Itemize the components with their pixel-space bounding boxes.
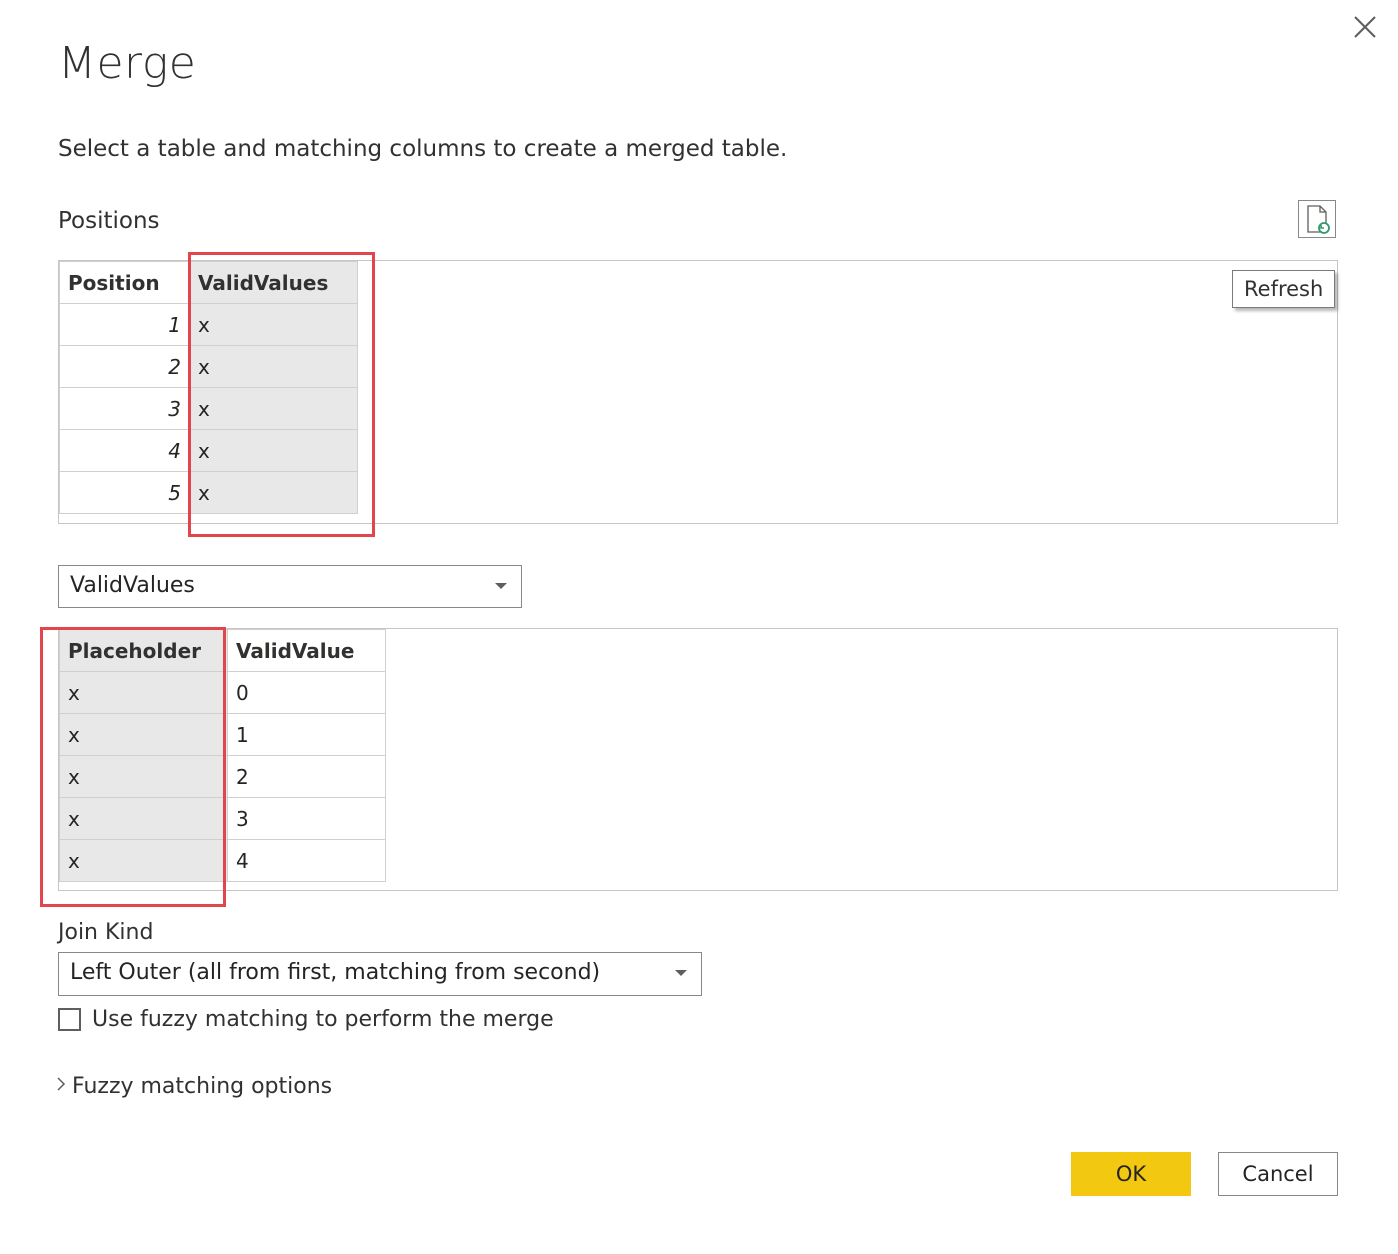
table-row: 3 x — [59, 387, 358, 430]
table-cell[interactable]: 3 — [59, 387, 190, 430]
table-cell[interactable]: 4 — [227, 839, 386, 882]
table-row: x 3 — [59, 797, 386, 840]
table-cell[interactable]: 2 — [227, 755, 386, 798]
first-table-grid: Position ValidValues 1 x 2 x 3 x 4 x 5 x — [59, 261, 358, 514]
table-cell[interactable]: 2 — [59, 345, 190, 388]
second-table-grid: Placeholder ValidValue x 0 x 1 x 2 x 3 x… — [59, 629, 386, 882]
dialog-subtitle: Select a table and matching columns to c… — [58, 136, 788, 162]
join-kind-dropdown[interactable]: Left Outer (all from first, matching fro… — [58, 952, 702, 996]
column-header-validvalues[interactable]: ValidValues — [189, 261, 358, 304]
table-row: 5 x — [59, 471, 358, 514]
table-cell[interactable]: x — [189, 471, 358, 514]
column-header-position[interactable]: Position — [59, 261, 190, 304]
table-cell[interactable]: 3 — [227, 797, 386, 840]
table-cell[interactable]: x — [189, 303, 358, 346]
table-cell[interactable]: x — [59, 755, 228, 798]
dialog-title: Merge — [58, 38, 197, 89]
table-cell[interactable]: 1 — [59, 303, 190, 346]
second-table-dropdown[interactable]: ValidValues — [58, 565, 522, 608]
chevron-down-icon — [495, 583, 507, 589]
refresh-document-icon — [1307, 205, 1330, 234]
fuzzy-matching-options-label: Fuzzy matching options — [72, 1074, 333, 1099]
fuzzy-matching-checkbox[interactable] — [58, 1008, 81, 1031]
table-cell[interactable]: 1 — [227, 713, 386, 756]
table-row: 4 x — [59, 429, 358, 472]
table-row: x 2 — [59, 755, 386, 798]
close-icon — [1354, 16, 1376, 38]
refresh-tooltip: Refresh — [1232, 270, 1336, 308]
join-kind-label: Join Kind — [58, 920, 154, 945]
join-kind-selected: Left Outer (all from first, matching fro… — [70, 960, 601, 985]
table-cell[interactable]: x — [189, 345, 358, 388]
close-button[interactable] — [1348, 10, 1382, 44]
column-header-validvalue[interactable]: ValidValue — [227, 629, 386, 672]
cancel-button[interactable]: Cancel — [1218, 1152, 1338, 1196]
second-table-selected: ValidValues — [70, 573, 195, 598]
table-row: 1 x — [59, 303, 358, 346]
table-cell[interactable]: x — [59, 671, 228, 714]
table-cell[interactable]: x — [189, 429, 358, 472]
table-row: 2 x — [59, 345, 358, 388]
table-row: x 0 — [59, 671, 386, 714]
chevron-right-icon — [54, 1074, 72, 1099]
table-cell[interactable]: 5 — [59, 471, 190, 514]
table-cell[interactable]: x — [59, 839, 228, 882]
refresh-preview-button[interactable] — [1298, 200, 1336, 238]
table-cell[interactable]: 4 — [59, 429, 190, 472]
ok-button[interactable]: OK — [1071, 1152, 1191, 1196]
first-table-name: Positions — [58, 208, 160, 234]
fuzzy-matching-label[interactable]: Use fuzzy matching to perform the merge — [92, 1007, 554, 1032]
table-row: x 1 — [59, 713, 386, 756]
table-cell[interactable]: x — [59, 713, 228, 756]
table-cell[interactable]: x — [189, 387, 358, 430]
column-header-placeholder[interactable]: Placeholder — [59, 629, 228, 672]
table-cell[interactable]: x — [59, 797, 228, 840]
table-row: x 4 — [59, 839, 386, 882]
fuzzy-matching-options-toggle[interactable]: Fuzzy matching options — [54, 1074, 332, 1099]
table-cell[interactable]: 0 — [227, 671, 386, 714]
chevron-down-icon — [675, 970, 687, 976]
